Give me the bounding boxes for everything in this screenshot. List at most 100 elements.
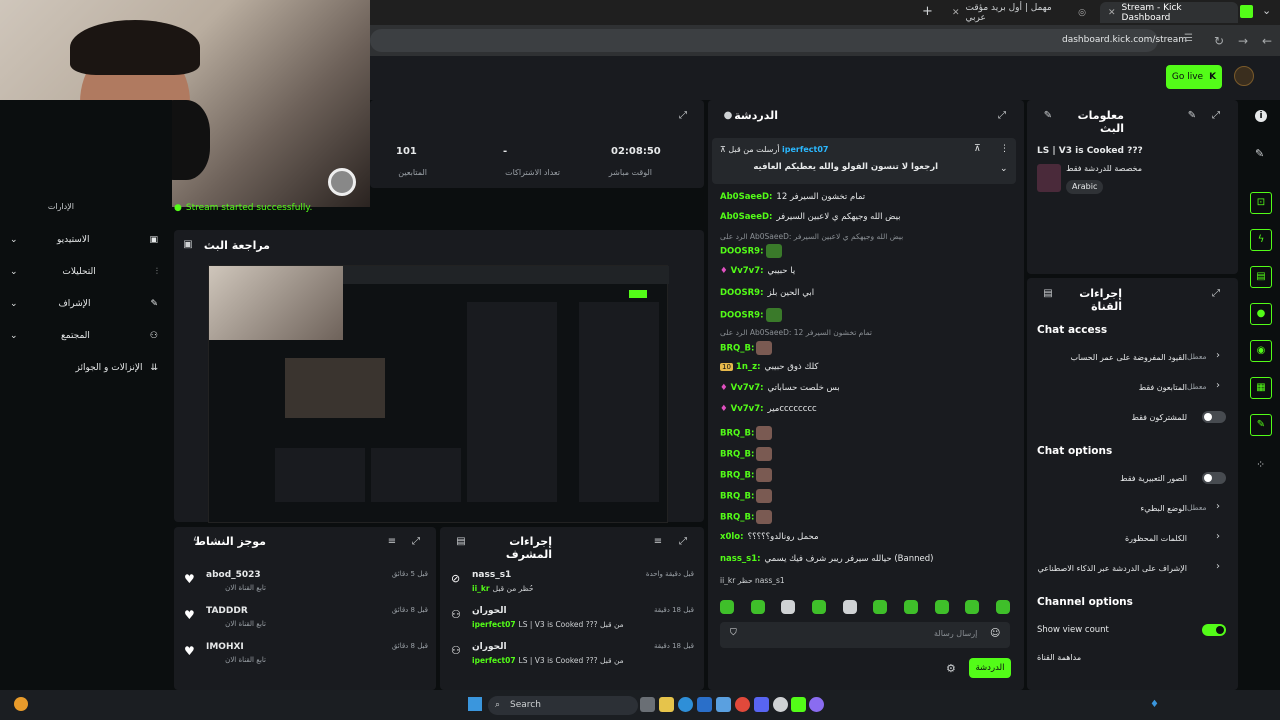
pinned-by-user[interactable]: iperfect07 [782, 145, 828, 154]
chevron-right-icon[interactable]: › [1216, 350, 1220, 361]
chat-username[interactable]: Vv7v7: [731, 404, 764, 414]
tab-kick-dashboard[interactable]: ✕ Stream - Kick Dashboard [1100, 2, 1238, 23]
broadcast-widget-icon[interactable]: ◉ [1250, 340, 1272, 362]
chat-message[interactable]: ♦ Vv7v7: ميرcccccccc [720, 404, 1014, 414]
setting-toggle[interactable] [1202, 411, 1226, 423]
chat-username[interactable]: Vv7v7: [731, 383, 764, 393]
info-icon[interactable]: i [1255, 110, 1267, 122]
edit-icon[interactable]: ✎ [1186, 110, 1198, 122]
chat-message[interactable]: nass_s1: حيالله سيرفر ريبر شرف فيك يسمي (… [720, 554, 1014, 564]
chat-widget-icon[interactable]: ● [1250, 303, 1272, 325]
emote-picker-icon[interactable] [995, 600, 1010, 614]
sidebar-item-studio[interactable]: ⌄ الاستيديو ▣ [10, 231, 158, 249]
activity-username[interactable]: TADDDR [206, 606, 248, 616]
more-icon[interactable]: ⋮ [1000, 144, 1009, 154]
kick-app-icon[interactable] [791, 697, 806, 712]
setting-row[interactable]: الإشراف على الدردشة عبر الذكاء الاصطناعي [1037, 560, 1227, 576]
edge-icon[interactable] [678, 697, 693, 712]
emote-picker-icon[interactable] [903, 600, 918, 614]
emote-picker-icon[interactable] [720, 600, 734, 614]
chat-message[interactable]: BRQ_B: [720, 426, 1014, 440]
activity-username[interactable]: IMOHXI [206, 642, 244, 652]
chat-message[interactable]: Ab0SaeeD: تمام تخشون السيرفر 12 [720, 192, 1014, 202]
chat-message[interactable]: Ab0SaeeD: بيض الله وجيهكم ي لاعبين السيرف… [720, 212, 1014, 222]
pinned-message[interactable]: ⊼ أرسلت من قبل iperfect07 ارجعوا لا تنسو… [712, 138, 1016, 184]
windows-start-icon[interactable] [468, 697, 482, 711]
lightning-widget-icon[interactable]: ϟ [1250, 229, 1272, 251]
chat-username[interactable]: x0lo: [720, 532, 744, 542]
chat-message[interactable]: ♦ Vv7v7: يا حبيبي [720, 266, 1014, 276]
sidebar-item-community[interactable]: ⌄ المجتمع ⚇ [10, 327, 158, 345]
mod-action-by[interactable]: iperfect07 [472, 620, 516, 629]
activity-username[interactable]: abod_5023 [206, 570, 261, 580]
pencil-icon[interactable]: ✎ [1255, 147, 1264, 160]
chat-username[interactable]: BRQ_B: [720, 450, 754, 460]
emote-picker-icon[interactable] [873, 600, 888, 614]
chat-message[interactable]: الرد على Ab0SaeeD: تمام تخشون السيرفر 12 [720, 328, 1014, 337]
chat-message[interactable]: ii_kr حظر nass_s1 [720, 576, 1014, 585]
mic-icon[interactable]: ♦ [1150, 699, 1159, 710]
chat-username[interactable]: Ab0SaeeD: [720, 192, 772, 202]
stats-widget-icon[interactable]: ▦ [1250, 377, 1272, 399]
chat-message[interactable]: 10 1n_z: كلك ذوق حبيبي [720, 362, 1014, 372]
expand-icon[interactable]: ⤢ [996, 110, 1008, 122]
show-view-count-row[interactable]: Show view count [1037, 622, 1227, 638]
back-icon[interactable]: ← [1258, 32, 1276, 50]
shield-icon[interactable]: ⛉ [730, 628, 737, 638]
sidebar-item-drops[interactable]: الإنزالات و الجوائز ⇊ [10, 359, 159, 377]
emote-picker-icon[interactable] [934, 600, 949, 614]
emoji-icon[interactable]: ☺ [990, 628, 1000, 639]
stream-preview-video[interactable] [208, 265, 669, 523]
chat-username[interactable]: 1n_z: [736, 362, 761, 372]
mod-action-user[interactable]: nass_s1 [472, 570, 511, 580]
site-settings-icon[interactable]: ☰ [1184, 33, 1193, 44]
chrome-icon[interactable] [735, 697, 750, 712]
obs-icon[interactable] [773, 697, 788, 712]
reload-icon[interactable]: ↻ [1210, 32, 1228, 50]
close-icon[interactable]: ✕ [1108, 8, 1116, 18]
chevron-down-icon[interactable]: ⌄ [1000, 164, 1008, 174]
url-field[interactable] [370, 29, 1158, 52]
gear-icon[interactable]: ⚙ [946, 662, 956, 675]
emote-picker-icon[interactable] [750, 600, 765, 614]
chat-username[interactable]: BRQ_B: [720, 513, 754, 523]
clipboard-widget-icon[interactable]: ▤ [1250, 266, 1272, 288]
setting-row[interactable]: الصور التعبيرية فقط [1037, 470, 1227, 486]
chat-username[interactable]: BRQ_B: [720, 492, 754, 502]
mod-action-by[interactable]: ii_kr [472, 584, 490, 593]
expand-icon[interactable]: ⤢ [677, 536, 689, 548]
expand-icon[interactable]: ⤢ [677, 110, 689, 122]
host-channel-link[interactable]: مداهمة القناة [1037, 653, 1097, 662]
avatar[interactable] [1234, 66, 1254, 86]
setting-toggle[interactable] [1202, 472, 1226, 484]
mod-action-by[interactable]: iperfect07 [472, 656, 516, 665]
file-explorer-icon[interactable] [659, 697, 674, 712]
chat-message[interactable]: DOOSR9: [720, 308, 1014, 322]
app-icon[interactable] [809, 697, 824, 712]
go-live-button[interactable]: Go live K [1166, 65, 1222, 89]
tab-list-chevron-icon[interactable]: ⌄ [1262, 4, 1271, 17]
sidebar-item-management[interactable]: الإدارات [10, 202, 74, 211]
wrench-widget-icon[interactable]: ✎ [1250, 414, 1272, 436]
emote-picker-icon[interactable] [811, 600, 826, 614]
chat-username[interactable]: Ab0SaeeD: [720, 212, 772, 222]
preview-widget-icon[interactable]: ⊡ [1250, 192, 1272, 214]
chat-username[interactable]: DOOSR9: [720, 288, 764, 298]
filter-icon[interactable]: ≡ [652, 536, 664, 548]
chat-username[interactable]: BRQ_B: [720, 429, 754, 439]
weather-icon[interactable] [14, 697, 28, 711]
sidebar-item-moderation[interactable]: ⌄ الإشراف ✎ [10, 295, 158, 313]
store-icon[interactable] [697, 697, 712, 712]
emote-picker-icon[interactable] [781, 600, 796, 614]
expand-icon[interactable]: ⤢ [1210, 288, 1222, 300]
close-icon[interactable]: ✕ [952, 8, 960, 18]
chat-message[interactable]: BRQ_B: [720, 341, 1014, 355]
chat-username[interactable]: BRQ_B: [720, 471, 754, 481]
chevron-right-icon[interactable]: › [1216, 501, 1220, 512]
setting-row[interactable]: الكلمات المحظورة [1037, 530, 1227, 546]
chevron-right-icon[interactable]: › [1216, 561, 1220, 572]
chat-message[interactable]: ♦ Vv7v7: بس خلصت حساباتي [720, 383, 1014, 393]
new-tab-button[interactable]: + [922, 4, 933, 19]
taskbar-search[interactable]: ⌕ Search [488, 696, 638, 715]
discord-icon[interactable] [754, 697, 769, 712]
